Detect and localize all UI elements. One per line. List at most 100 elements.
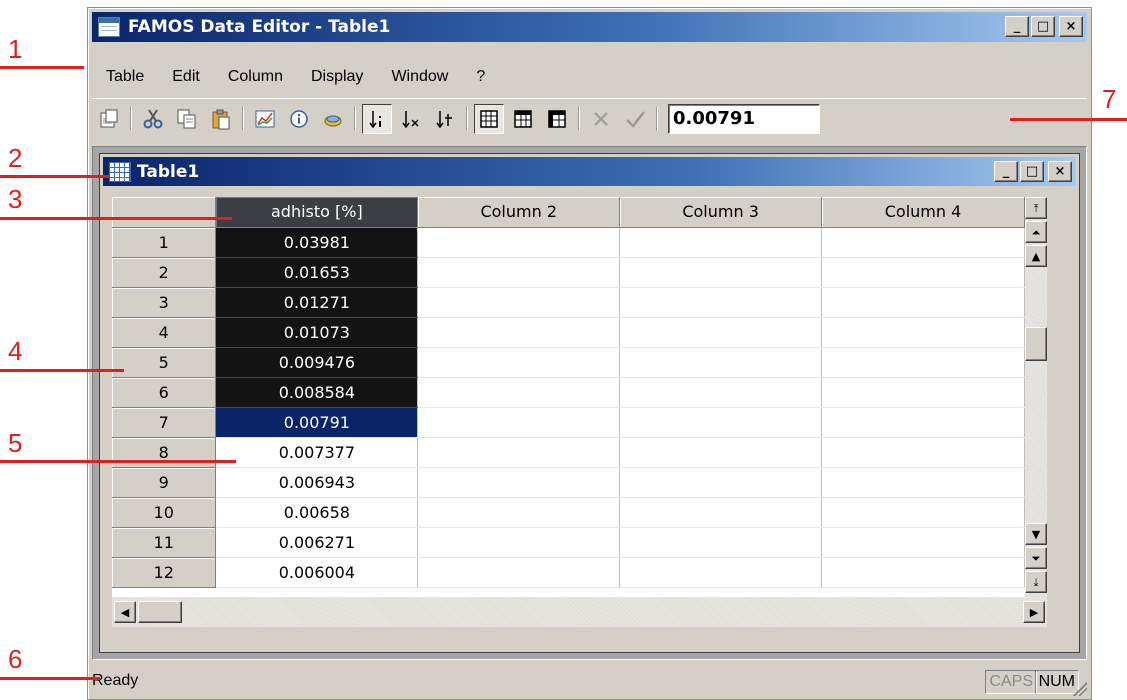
data-cell[interactable]: 0.01271 [215, 287, 419, 318]
data-cell[interactable]: 0.006004 [215, 557, 419, 588]
scroll-right-button[interactable]: ▶ [1023, 601, 1045, 623]
menu-display[interactable]: Display [297, 68, 377, 86]
data-cell[interactable]: 0.03981 [215, 227, 419, 258]
horizontal-scrollbar[interactable]: ◀ ▶ [112, 597, 1047, 627]
child-minimize-button[interactable]: _ [994, 161, 1018, 182]
empty-cell[interactable] [821, 497, 1025, 528]
menu-edit[interactable]: Edit [158, 68, 214, 86]
data-cell[interactable]: 0.01653 [215, 257, 419, 288]
data-grid[interactable]: adhisto [%] Column 2 Column 3 Column 4 1… [112, 197, 1025, 597]
empty-cell[interactable] [821, 317, 1025, 348]
info-button[interactable] [284, 104, 314, 134]
data-cell[interactable]: 0.009476 [215, 347, 419, 378]
empty-cell[interactable] [417, 317, 621, 348]
close-button[interactable]: × [1059, 16, 1083, 37]
column-header-2[interactable]: Column 2 [417, 197, 621, 228]
empty-cell[interactable] [619, 287, 823, 318]
empty-cell[interactable] [821, 527, 1025, 558]
row-number[interactable]: 2 [112, 257, 217, 288]
minimize-button[interactable]: _ [1005, 16, 1029, 37]
cut-button[interactable] [138, 104, 168, 134]
row-number[interactable]: 12 [112, 557, 217, 588]
sort-t-button[interactable] [430, 104, 460, 134]
column-header-4[interactable]: Column 4 [821, 197, 1025, 228]
paste-button[interactable] [206, 104, 236, 134]
scroll-left-button[interactable]: ◀ [114, 601, 136, 623]
empty-cell[interactable] [821, 437, 1025, 468]
page-down-button[interactable]: ⏷ [1025, 547, 1047, 569]
empty-cell[interactable] [821, 257, 1025, 288]
empty-cell[interactable] [821, 467, 1025, 498]
grid-view-button[interactable] [474, 103, 504, 134]
empty-cell[interactable] [417, 227, 621, 258]
empty-cell[interactable] [417, 407, 621, 438]
empty-cell[interactable] [619, 227, 823, 258]
scroll-to-top-button[interactable]: ⤒ [1025, 197, 1047, 219]
data-cell[interactable]: 0.00658 [215, 497, 419, 528]
empty-cell[interactable] [417, 467, 621, 498]
empty-cell[interactable] [619, 377, 823, 408]
empty-cell[interactable] [619, 557, 823, 588]
empty-cell[interactable] [619, 347, 823, 378]
empty-cell[interactable] [619, 407, 823, 438]
cell-value-field[interactable]: 0.00791 [668, 103, 820, 134]
empty-cell[interactable] [417, 377, 621, 408]
corner-header[interactable] [112, 197, 217, 228]
empty-cell[interactable] [821, 347, 1025, 378]
menu-column[interactable]: Column [214, 68, 297, 86]
sort-x-button[interactable] [396, 104, 426, 134]
scroll-to-bottom-button[interactable]: ⤓ [1025, 571, 1047, 593]
copy-report-button[interactable] [94, 104, 124, 134]
chart-button[interactable] [250, 104, 280, 134]
data-cell[interactable]: 0.01073 [215, 317, 419, 348]
empty-cell[interactable] [619, 467, 823, 498]
title-bar[interactable]: FAMOS Data Editor - Table1 _ □ × [92, 12, 1087, 42]
data-cell[interactable]: 0.007377 [215, 437, 419, 468]
empty-cell[interactable] [619, 527, 823, 558]
child-title-bar[interactable]: Table1 _ □ × [103, 157, 1076, 186]
row-number[interactable]: 7 [112, 407, 217, 438]
resize-grip-icon[interactable] [1073, 682, 1087, 696]
column-header-3[interactable]: Column 3 [619, 197, 823, 228]
menu-help[interactable]: ? [462, 68, 499, 86]
page-up-button[interactable]: ⏶ [1025, 221, 1047, 243]
scroll-up-button[interactable]: ▲ [1025, 245, 1047, 267]
child-close-button[interactable]: × [1048, 161, 1072, 182]
row-number[interactable]: 3 [112, 287, 217, 318]
grid-alt-button[interactable] [508, 104, 538, 134]
empty-cell[interactable] [821, 227, 1025, 258]
row-number[interactable]: 1 [112, 227, 217, 258]
row-number[interactable]: 4 [112, 317, 217, 348]
row-number[interactable]: 11 [112, 527, 217, 558]
data-cell[interactable]: 0.008584 [215, 377, 419, 408]
grid-details-button[interactable] [542, 104, 572, 134]
row-number[interactable]: 6 [112, 377, 217, 408]
empty-cell[interactable] [417, 347, 621, 378]
empty-cell[interactable] [821, 557, 1025, 588]
vertical-scroll-thumb[interactable] [1025, 327, 1047, 361]
empty-cell[interactable] [619, 257, 823, 288]
menu-window[interactable]: Window [377, 68, 462, 86]
cancel-button[interactable] [586, 104, 616, 134]
data-cell[interactable]: 0.006271 [215, 527, 419, 558]
empty-cell[interactable] [417, 257, 621, 288]
row-number[interactable]: 5 [112, 347, 217, 378]
scroll-down-button[interactable]: ▼ [1025, 523, 1047, 545]
copy-button[interactable] [172, 104, 202, 134]
horizontal-scroll-thumb[interactable] [138, 601, 182, 623]
empty-cell[interactable] [821, 407, 1025, 438]
empty-cell[interactable] [619, 437, 823, 468]
empty-cell[interactable] [417, 287, 621, 318]
confirm-button[interactable] [620, 104, 650, 134]
empty-cell[interactable] [619, 497, 823, 528]
data-cell[interactable]: 0.006943 [215, 467, 419, 498]
empty-cell[interactable] [417, 557, 621, 588]
current-cell[interactable]: 0.00791 [215, 407, 419, 438]
empty-cell[interactable] [821, 287, 1025, 318]
row-number[interactable]: 10 [112, 497, 217, 528]
child-maximize-button[interactable]: □ [1020, 161, 1044, 182]
vertical-scrollbar[interactable]: ⤒ ⏶ ▲ ▼ ⏷ ⤓ [1025, 197, 1047, 597]
row-number[interactable]: 9 [112, 467, 217, 498]
column-header-adhisto[interactable]: adhisto [%] [215, 197, 419, 228]
maximize-button[interactable]: □ [1031, 16, 1055, 37]
